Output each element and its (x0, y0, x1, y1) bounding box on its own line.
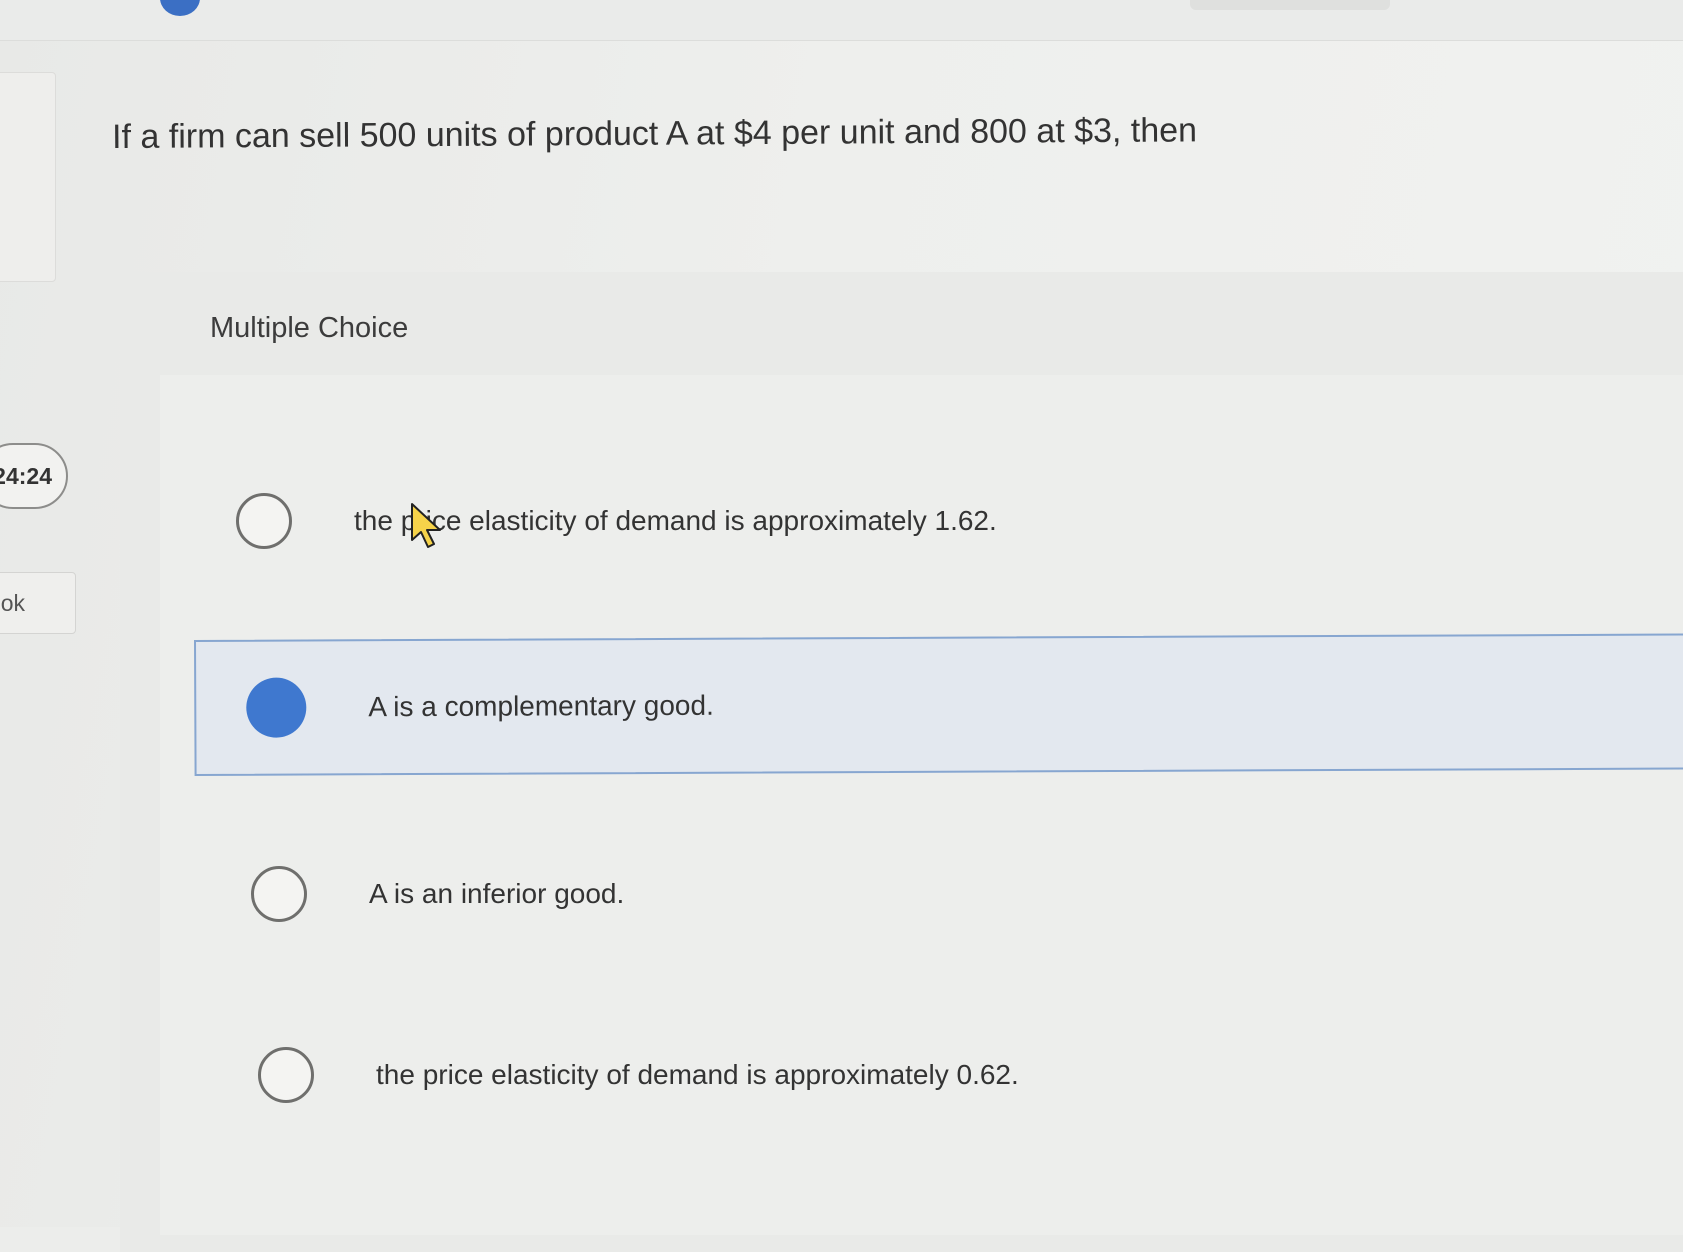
info-badge-icon[interactable] (160, 0, 200, 16)
choice-label: the price elasticity of demand is approx… (376, 1059, 1019, 1090)
choice-label: A is a complementary good. (368, 689, 714, 723)
ebook-button[interactable]: ok (0, 572, 76, 634)
top-tab[interactable] (1190, 0, 1390, 10)
left-side-card (0, 72, 56, 282)
choice-option-2-selected[interactable]: A is a complementary good. (194, 633, 1683, 776)
timer-text: 24:24 (0, 462, 52, 489)
top-header (0, 0, 1683, 41)
choice-label: the price elasticity of demand is approx… (354, 505, 997, 536)
multiple-choice-heading: Multiple Choice (210, 312, 409, 344)
radio-button[interactable] (236, 493, 292, 549)
choice-option-4[interactable]: the price elasticity of demand is approx… (258, 1045, 1558, 1105)
timer-badge: 24:24 (0, 443, 68, 509)
choice-option-3[interactable]: A is an inferior good. (251, 864, 1551, 924)
radio-button-selected[interactable] (246, 677, 307, 738)
choice-label: A is an inferior good. (369, 878, 625, 909)
radio-button[interactable] (251, 866, 307, 922)
ebook-button-label: ok (0, 589, 25, 616)
mouse-pointer-icon (411, 503, 441, 548)
radio-button[interactable] (258, 1047, 314, 1103)
